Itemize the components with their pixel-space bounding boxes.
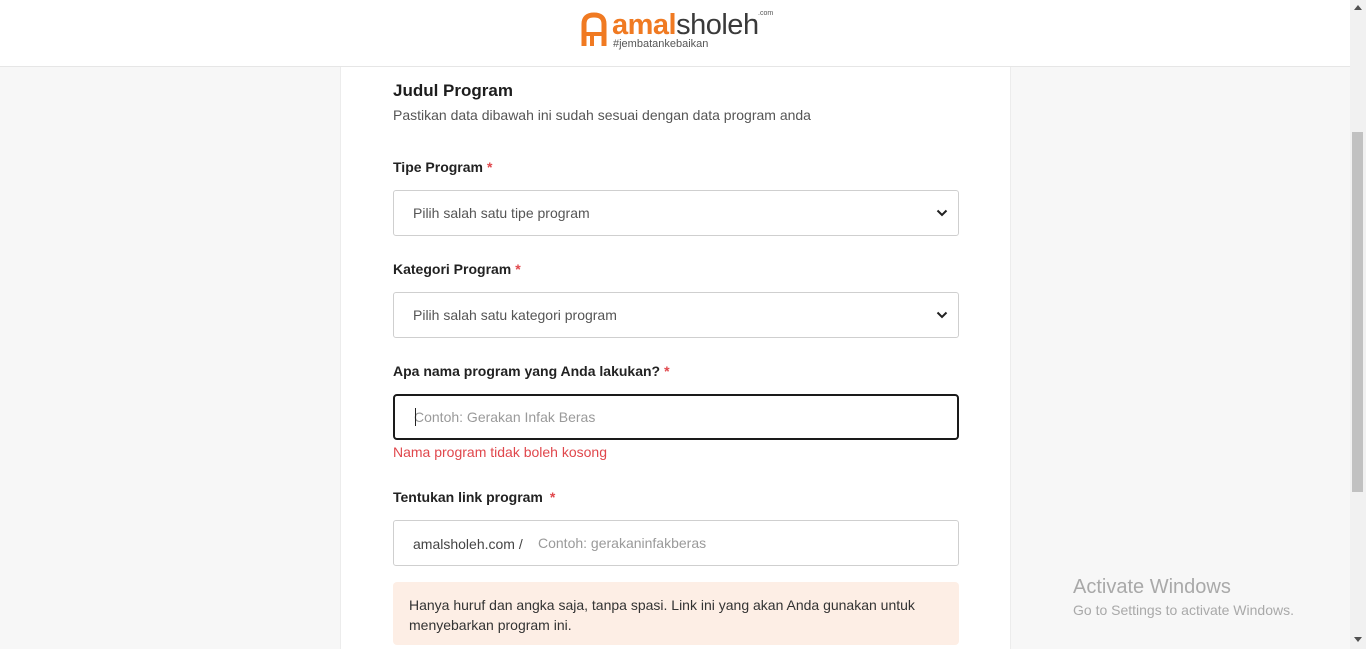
link-program-placeholder: Contoh: gerakaninfakberas: [538, 535, 707, 551]
page-scrollbar[interactable]: [1350, 0, 1366, 649]
required-mark: *: [549, 489, 556, 505]
required-mark: *: [515, 261, 521, 277]
activate-windows-watermark: Activate Windows Go to Settings to activ…: [1073, 576, 1294, 618]
watermark-line1: Activate Windows: [1073, 576, 1231, 598]
scroll-up-arrow-icon[interactable]: [1354, 4, 1362, 10]
tipe-program-select[interactable]: Pilih salah satu tipe program: [393, 190, 959, 236]
scroll-thumb[interactable]: [1352, 132, 1363, 492]
nama-program-label: Apa nama program yang Anda lakukan? *: [393, 363, 670, 379]
logo-com: .com: [758, 10, 774, 17]
page-title: Judul Program: [393, 81, 513, 100]
link-program-input[interactable]: amalsholeh.com / Contoh: gerakaninfakber…: [393, 520, 959, 566]
kategori-program-label-text: Kategori Program: [393, 261, 512, 277]
required-mark: *: [664, 363, 670, 379]
logo-mark-icon: [581, 12, 607, 46]
amalsholeh-logo[interactable]: amalsholeh .com #jembatankebaikan: [580, 8, 780, 52]
nama-program-input[interactable]: Contoh: Gerakan Infak Beras: [393, 394, 959, 440]
tipe-program-label: Tipe Program *: [393, 159, 492, 175]
link-prefix: amalsholeh.com /: [413, 536, 523, 552]
logo-sholeh: sholeh: [676, 9, 759, 41]
logo-tagline: #jembatankebaikan: [613, 38, 709, 50]
watermark-line2: Go to Settings to activate Windows.: [1073, 602, 1294, 618]
scroll-down-arrow-icon[interactable]: [1354, 637, 1362, 643]
link-program-label: Tentukan link program *: [393, 489, 555, 505]
link-hint-text: Hanya huruf dan angka saja, tanpa spasi.…: [409, 597, 915, 633]
link-hint-box: Hanya huruf dan angka saja, tanpa spasi.…: [393, 582, 959, 645]
kategori-program-select[interactable]: Pilih salah satu kategori program: [393, 292, 959, 338]
nama-program-placeholder: Contoh: Gerakan Infak Beras: [414, 409, 596, 425]
logo-wordmark: amalsholeh: [612, 8, 759, 42]
kategori-program-value: Pilih salah satu kategori program: [413, 307, 617, 323]
kategori-program-label: Kategori Program *: [393, 261, 521, 277]
page-subtitle: Pastikan data dibawah ini sudah sesuai d…: [393, 107, 811, 123]
tipe-program-label-text: Tipe Program: [393, 159, 483, 175]
chevron-down-icon: [936, 311, 948, 319]
link-program-label-text: Tentukan link program: [393, 489, 543, 505]
header-bar: amalsholeh .com #jembatankebaikan: [0, 0, 1350, 67]
form-card: Judul Program Pastikan data dibawah ini …: [340, 67, 1011, 649]
logo-amal: amal: [612, 9, 677, 41]
chevron-down-icon: [936, 209, 948, 217]
nama-program-label-text: Apa nama program yang Anda lakukan?: [393, 363, 661, 379]
tipe-program-value: Pilih salah satu tipe program: [413, 205, 590, 221]
text-caret: [415, 408, 416, 426]
nama-program-error: Nama program tidak boleh kosong: [393, 444, 608, 460]
required-mark: *: [487, 159, 493, 175]
